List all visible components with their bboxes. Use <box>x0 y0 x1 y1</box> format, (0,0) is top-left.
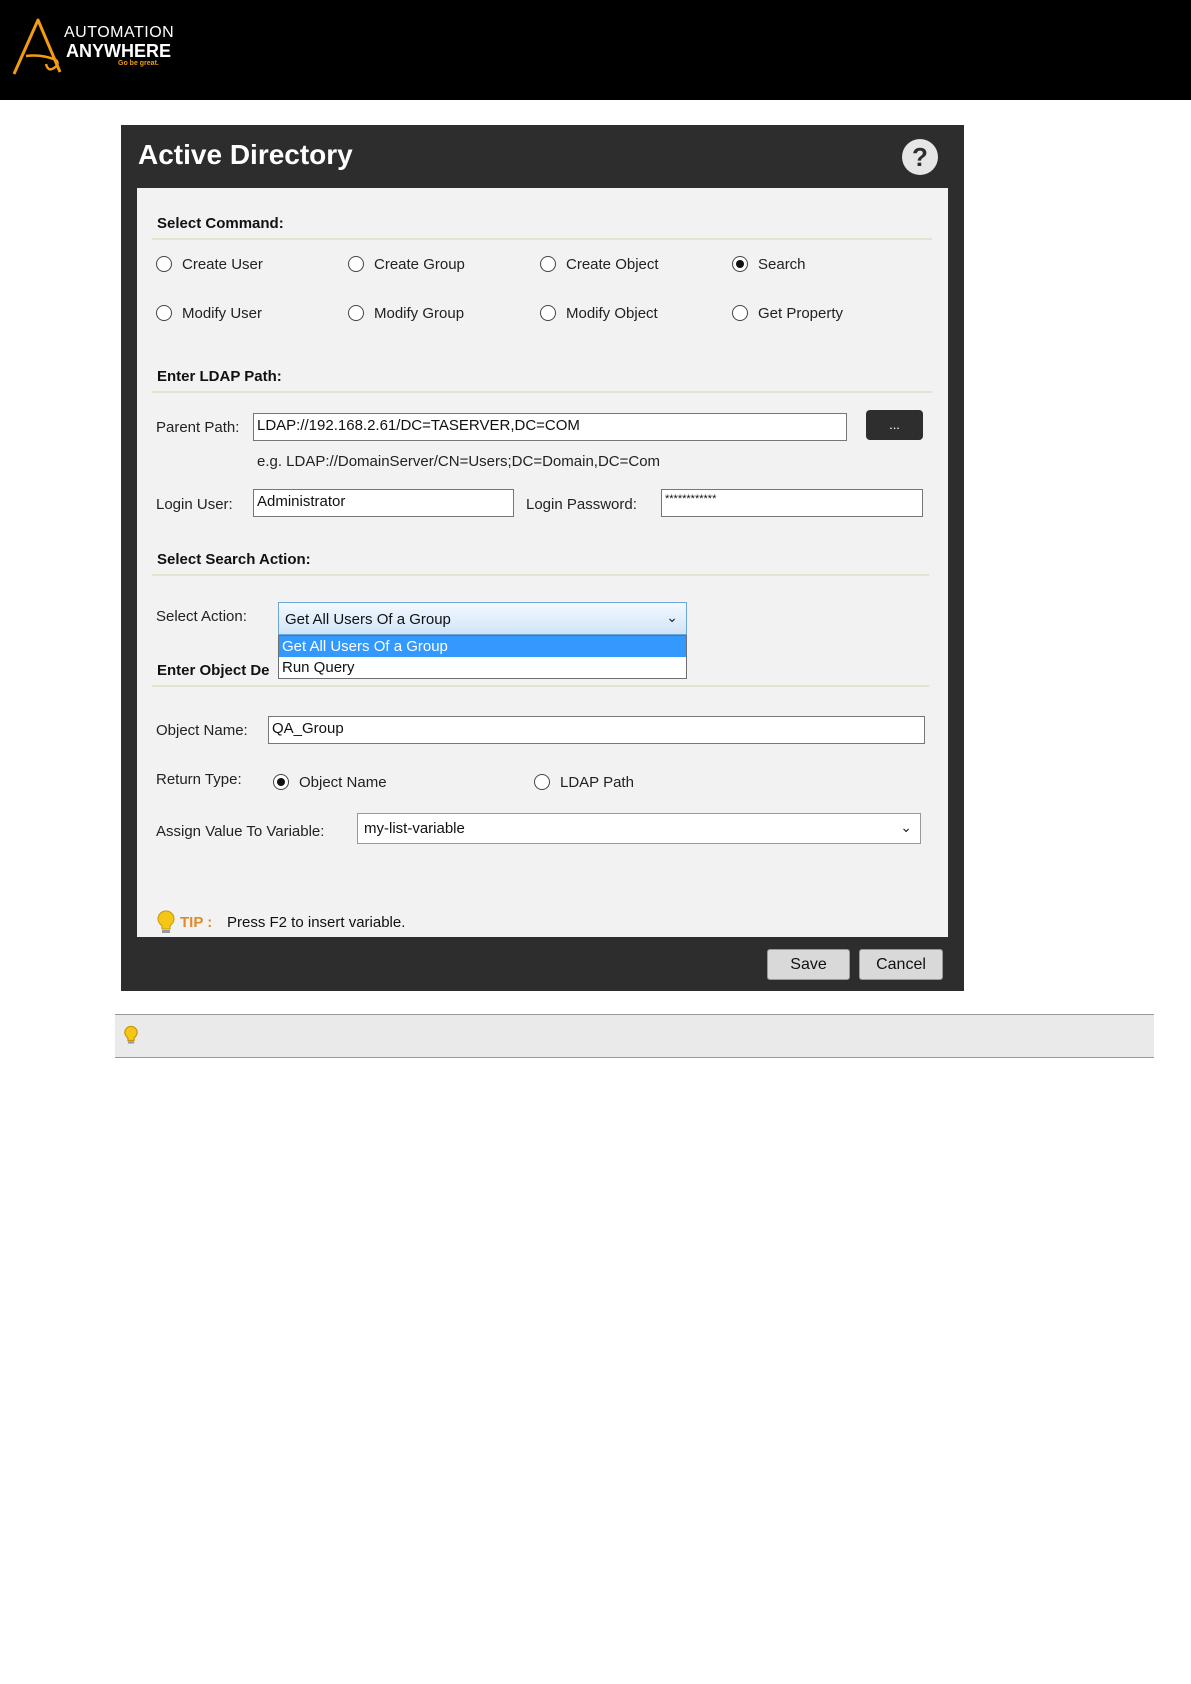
active-directory-dialog: Active Directory ? Select Command: Creat… <box>121 125 964 991</box>
lightbulb-icon <box>124 1025 138 1044</box>
chevron-down-icon: ⌄ <box>900 819 912 835</box>
radio-circle <box>540 305 556 322</box>
login-password-label: Login Password: <box>526 496 637 513</box>
parent-path-label: Parent Path: <box>156 419 240 436</box>
cancel-button[interactable]: Cancel <box>859 949 943 980</box>
radio-label: Create Object <box>566 256 659 273</box>
radio-get-property[interactable]: Get Property <box>732 303 843 325</box>
radio-label: Modify Group <box>374 305 465 322</box>
radio-return-ldap-path[interactable]: LDAP Path <box>534 772 634 794</box>
radio-label: Modify Object <box>566 305 658 322</box>
radio-create-group[interactable]: Create Group <box>348 254 465 276</box>
save-button[interactable]: Save <box>767 949 850 980</box>
radio-circle <box>348 305 364 322</box>
radio-label: Get Property <box>758 305 844 322</box>
tip-label: TIP : <box>180 914 213 931</box>
parent-path-input[interactable]: LDAP://192.168.2.61/DC=TASERVER,DC=COM <box>253 413 847 441</box>
radio-circle <box>732 305 748 322</box>
section-divider <box>152 685 929 687</box>
assign-variable-label: Assign Value To Variable: <box>156 823 325 840</box>
assign-variable-value: my-list-variable <box>364 820 465 837</box>
radio-circle <box>156 256 172 273</box>
object-name-label: Object Name: <box>156 722 248 739</box>
automation-anywhere-logo-icon <box>12 18 62 75</box>
select-action-value: Get All Users Of a Group <box>285 611 451 628</box>
radio-modify-object[interactable]: Modify Object <box>540 303 658 325</box>
brand-line1: AUTOMATION <box>64 24 175 41</box>
radio-create-object[interactable]: Create Object <box>540 254 659 276</box>
return-type-label: Return Type: <box>156 771 242 788</box>
brand-line2: ANYWHERE <box>66 41 172 61</box>
section-divider <box>152 574 929 576</box>
login-password-input[interactable]: ************ <box>661 489 923 517</box>
radio-circle-selected <box>273 774 289 791</box>
radio-circle <box>534 774 550 791</box>
radio-create-user[interactable]: Create User <box>156 254 263 276</box>
browse-button[interactable]: ... <box>866 410 923 440</box>
object-details-heading: Enter Object De <box>157 662 270 679</box>
assign-variable-dropdown[interactable]: my-list-variable ⌄ <box>357 813 921 844</box>
radio-modify-group[interactable]: Modify Group <box>348 303 464 325</box>
select-action-label: Select Action: <box>156 608 247 625</box>
radio-return-object-name[interactable]: Object Name <box>273 772 387 794</box>
radio-label: Search <box>758 256 806 273</box>
login-user-input[interactable]: Administrator <box>253 489 514 517</box>
dialog-title: Active Directory <box>138 139 353 170</box>
select-action-dropdown[interactable]: Get All Users Of a Group ⌄ <box>278 602 687 635</box>
radio-label: Object Name <box>299 774 387 791</box>
dropdown-option-run-query[interactable]: Run Query <box>279 657 686 678</box>
section-divider <box>152 238 932 240</box>
question-mark-icon[interactable]: ? <box>902 139 938 175</box>
radio-circle <box>156 305 172 322</box>
radio-modify-user[interactable]: Modify User <box>156 303 262 325</box>
section-divider <box>152 391 932 393</box>
radio-search[interactable]: Search <box>732 254 806 276</box>
dialog-content-panel: Select Command: Create User Create Group… <box>137 188 948 937</box>
dropdown-option-get-all-users[interactable]: Get All Users Of a Group <box>279 636 686 657</box>
ldap-path-heading: Enter LDAP Path: <box>157 368 282 385</box>
search-action-heading: Select Search Action: <box>157 551 311 568</box>
ldap-example-text: e.g. LDAP://DomainServer/CN=Users;DC=Dom… <box>257 453 661 470</box>
radio-label: Modify User <box>182 305 263 322</box>
note-bar <box>115 1014 1154 1058</box>
radio-circle <box>348 256 364 273</box>
object-name-input[interactable]: QA_Group <box>268 716 925 744</box>
radio-label: LDAP Path <box>560 774 634 791</box>
radio-circle-selected <box>732 256 748 273</box>
brand-tagline: Go be great. <box>118 60 159 67</box>
chevron-down-icon: ⌄ <box>666 609 678 625</box>
radio-label: Create Group <box>374 256 465 273</box>
select-command-heading: Select Command: <box>157 215 284 232</box>
lightbulb-icon <box>157 910 175 933</box>
header-band: AUTOMATION ANYWHERE Go be great. <box>0 0 1191 100</box>
login-user-label: Login User: <box>156 496 233 513</box>
radio-circle <box>540 256 556 273</box>
select-action-options: Get All Users Of a Group Run Query <box>278 635 687 679</box>
tip-text: Press F2 to insert variable. <box>227 914 406 931</box>
radio-label: Create User <box>182 256 263 273</box>
